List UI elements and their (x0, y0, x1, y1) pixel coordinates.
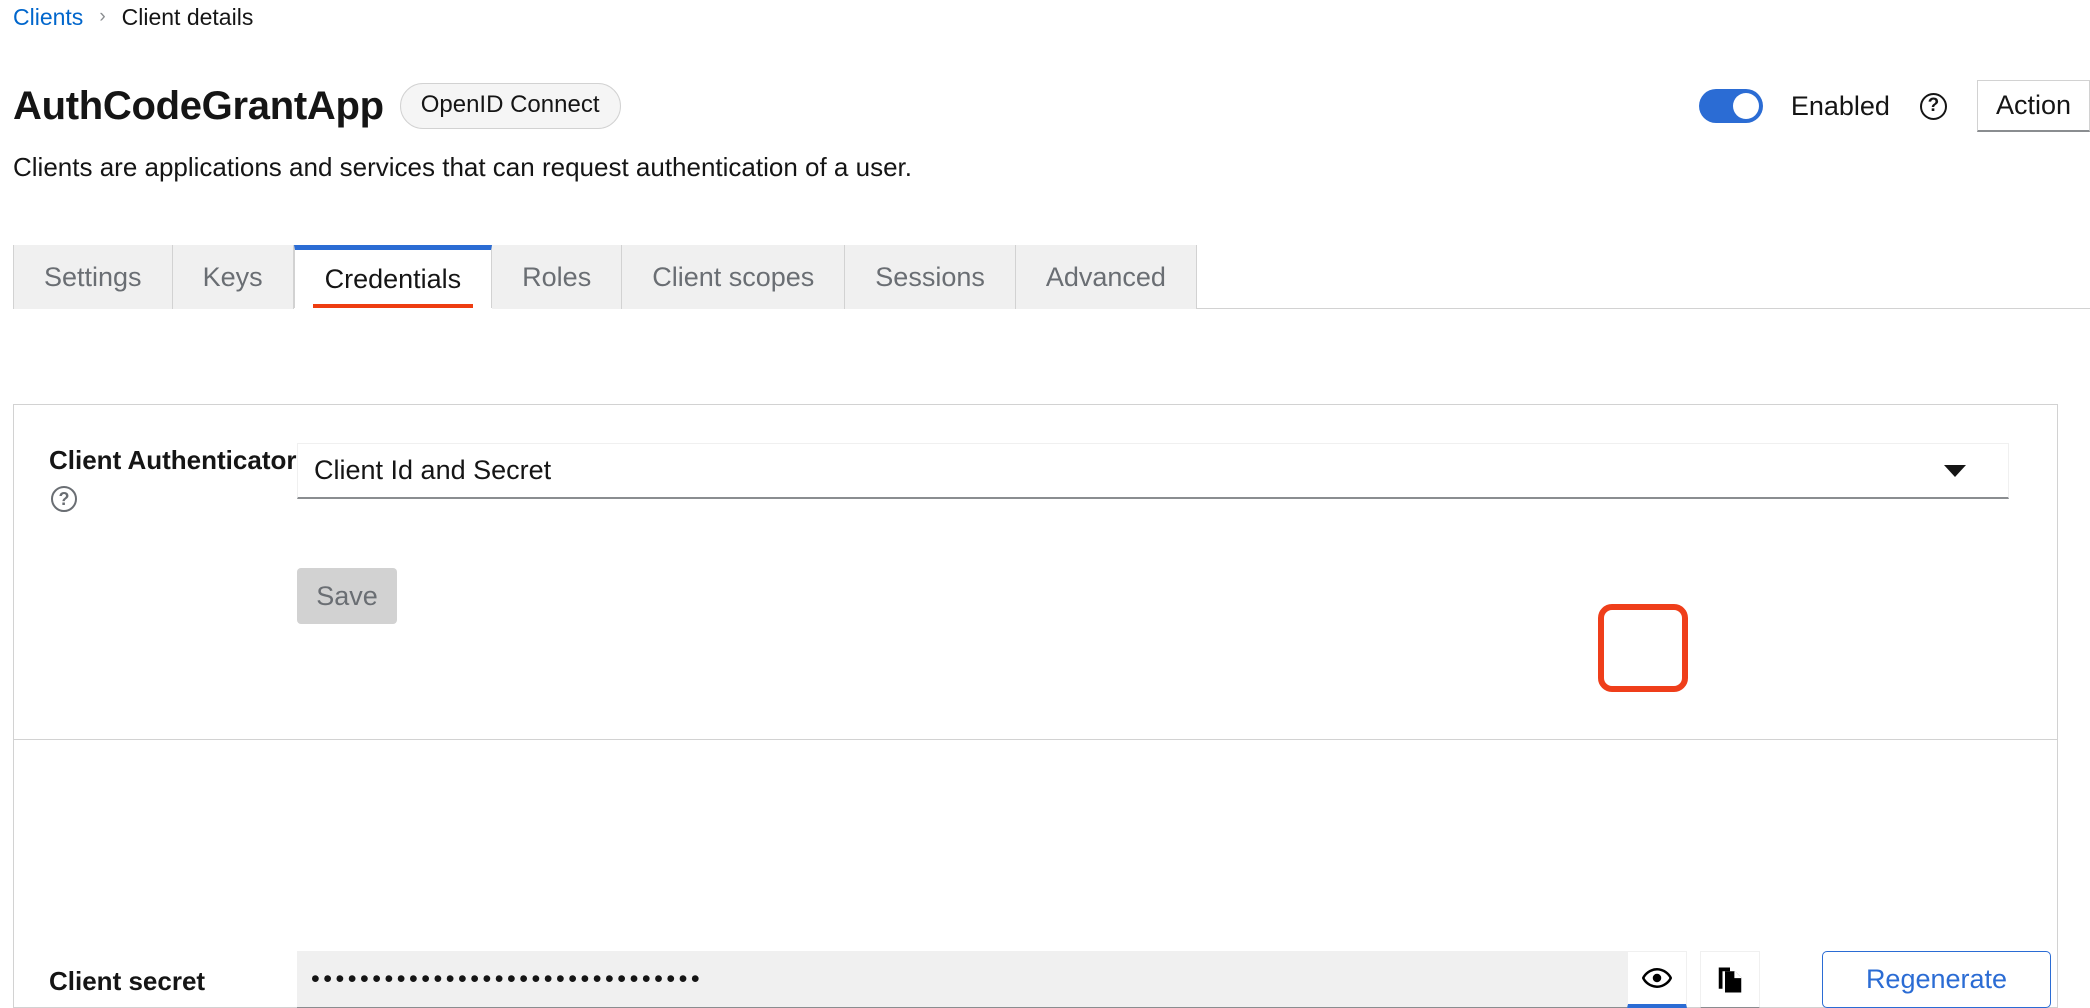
tab-label: Settings (44, 261, 142, 292)
client-secret-label: Client secret (49, 966, 206, 996)
action-dropdown-button[interactable]: Action (1976, 80, 2090, 132)
tab-keys[interactable]: Keys (172, 245, 294, 309)
copy-icon (1718, 967, 1742, 992)
breadcrumb-separator-icon: › (99, 6, 106, 27)
page-title: AuthCodeGrantApp (13, 84, 384, 128)
client-authenticator-label: Client Authenticator (49, 445, 297, 475)
tab-bar: Settings Keys Credentials Roles Client scope… (13, 245, 1197, 309)
regenerate-secret-button[interactable]: Regenerate (1822, 951, 2051, 1008)
header-actions: Enabled ? Action (1698, 80, 2090, 132)
protocol-badge: OpenID Connect (399, 83, 621, 129)
client-secret-masked-value: •••••••••••••••••••••••••••••••• (311, 964, 704, 993)
client-authenticator-help-icon[interactable]: ? (51, 486, 77, 512)
enabled-label: Enabled (1790, 90, 1890, 121)
credentials-card: Client Authenticator ? Client Id and Sec… (13, 404, 2058, 1008)
enabled-toggle[interactable] (1698, 89, 1763, 123)
tab-label: Sessions (875, 261, 985, 292)
tab-label: Roles (522, 261, 592, 292)
save-button[interactable]: Save (297, 568, 397, 624)
tab-client-scopes[interactable]: Client scopes (622, 245, 846, 309)
client-authenticator-select[interactable]: Client Id and Secret (297, 443, 2009, 499)
toggle-knob (1732, 93, 1759, 119)
tab-label: Keys (202, 261, 263, 292)
tab-sessions[interactable]: Sessions (845, 245, 1016, 309)
eye-icon (1642, 967, 1672, 989)
client-authenticator-section: Client Authenticator ? Client Id and Sec… (14, 405, 2057, 739)
tab-settings[interactable]: Settings (13, 245, 173, 309)
tab-label: Client scopes (652, 261, 815, 292)
client-secret-section: Client secret ••••••••••••••••••••••••••… (14, 739, 2057, 1008)
tab-roles[interactable]: Roles (492, 245, 623, 309)
breadcrumb: Clients › Client details (13, 6, 253, 29)
tab-credentials[interactable]: Credentials (293, 245, 493, 309)
help-icon[interactable]: ? (1919, 92, 1947, 120)
client-authenticator-selected-value: Client Id and Secret (314, 455, 552, 485)
breadcrumb-current-client-details: Client details (121, 4, 254, 30)
page-subtitle: Clients are applications and services th… (13, 152, 912, 182)
tab-label: Advanced (1045, 261, 1166, 292)
active-tab-rule-gap (293, 308, 493, 309)
show-secret-eye-button[interactable] (1627, 951, 1687, 1008)
client-secret-input[interactable]: •••••••••••••••••••••••••••••••• (297, 951, 1627, 1008)
copy-secret-button[interactable] (1700, 951, 1760, 1008)
breadcrumb-link-clients[interactable]: Clients (13, 6, 83, 29)
tab-label: Credentials (324, 264, 462, 294)
tab-advanced[interactable]: Advanced (1015, 245, 1197, 309)
chevron-down-icon (1944, 464, 1966, 477)
